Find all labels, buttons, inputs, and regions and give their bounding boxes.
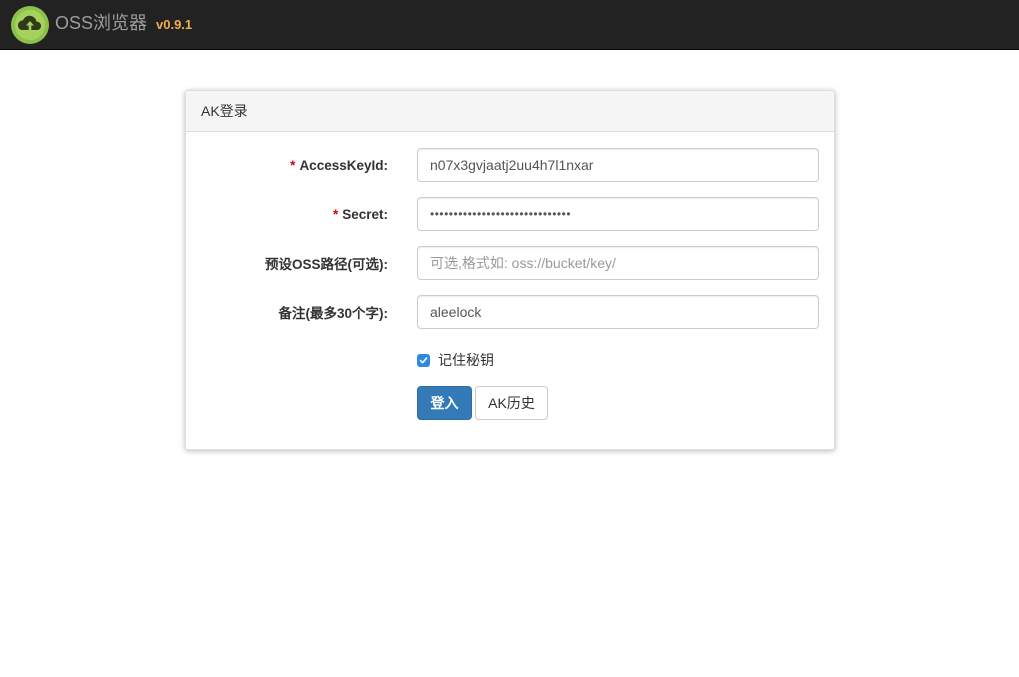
ak-login-panel: AK登录 * AccessKeyId: n07x3gvjaatj2uu4h7l1…	[185, 90, 835, 450]
remember-secret-checkbox[interactable]	[417, 353, 430, 367]
ak-history-button[interactable]: AK历史	[475, 386, 548, 420]
access-key-id-row: * AccessKeyId: n07x3gvjaatj2uu4h7l1nxar	[186, 148, 836, 182]
note-label: 备注(最多30个字):	[278, 295, 388, 329]
login-button[interactable]: 登入	[417, 386, 472, 420]
note-row: 备注(最多30个字): aleelock	[186, 295, 836, 329]
ak-history-button-label: AK历史	[488, 395, 535, 411]
panel-title: AK登录	[201, 103, 248, 119]
preset-path-label: 预设OSS路径(可选):	[265, 246, 388, 280]
secret-label: * Secret:	[333, 197, 388, 231]
cloud-upload-logo-icon	[11, 6, 49, 44]
remember-secret-label: 记住秘钥	[438, 352, 494, 368]
preset-path-input[interactable]: 可选,格式如: oss://bucket/key/	[417, 246, 819, 280]
preset-path-label-text: 预设OSS路径(可选):	[265, 257, 388, 272]
preset-path-row: 预设OSS路径(可选): 可选,格式如: oss://bucket/key/	[186, 246, 836, 280]
app-name: OSS浏览器	[55, 13, 148, 33]
secret-input[interactable]: ••••••••••••••••••••••••••••••	[417, 197, 819, 231]
panel-heading: AK登录	[186, 91, 834, 132]
access-key-id-label-text: AccessKeyId:	[299, 157, 388, 173]
note-label-text: 备注(最多30个字):	[278, 306, 388, 321]
access-key-id-input[interactable]: n07x3gvjaatj2uu4h7l1nxar	[417, 148, 819, 182]
checkmark-icon	[419, 356, 428, 363]
login-button-label: 登入	[430, 395, 459, 411]
access-key-id-value: n07x3gvjaatj2uu4h7l1nxar	[430, 157, 594, 173]
note-value: aleelock	[430, 304, 482, 320]
secret-row: * Secret: ••••••••••••••••••••••••••••••	[186, 197, 836, 231]
required-mark: *	[290, 157, 296, 173]
app-version: v0.9.1	[156, 17, 193, 32]
secret-label-text: Secret:	[342, 206, 388, 222]
note-input[interactable]: aleelock	[417, 295, 819, 329]
preset-path-placeholder: 可选,格式如: oss://bucket/key/	[430, 255, 616, 271]
access-key-id-label: * AccessKeyId:	[290, 148, 388, 182]
remember-secret-checkbox-row[interactable]: 记住秘钥	[417, 349, 494, 371]
top-navbar: OSS浏览器 v0.9.1	[0, 0, 1019, 50]
secret-masked-value: ••••••••••••••••••••••••••••••	[430, 207, 572, 221]
required-mark: *	[332, 206, 339, 222]
